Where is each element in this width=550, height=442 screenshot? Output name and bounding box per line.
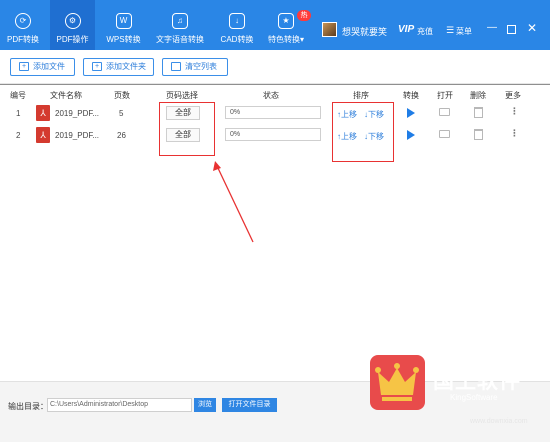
hot-badge: 热 <box>297 10 311 21</box>
vip-badge[interactable]: VIP <box>398 24 414 35</box>
menu-icon[interactable]: ☰ <box>446 25 454 36</box>
header-filename: 文件名称 <box>50 91 82 100</box>
nav-pdf-operations[interactable]: ⚙ PDF操作 <box>50 0 95 50</box>
row-index: 1 <box>16 109 21 118</box>
header-sort: 排序 <box>353 91 369 100</box>
header-more: 更多 <box>505 91 521 100</box>
status-progress: 0% <box>225 128 321 141</box>
nav-special-convert[interactable]: ★ 特色转换▾ <box>262 0 310 50</box>
trash-icon[interactable] <box>474 107 483 118</box>
trash-icon[interactable] <box>474 129 483 140</box>
add-folder-label: 添加文件夹 <box>106 62 146 71</box>
nav-label: PDF操作 <box>56 35 89 44</box>
toolbar: + 添加文件 + 添加文件夹 清空列表 <box>0 50 550 84</box>
header-open: 打开 <box>437 91 453 100</box>
menu-label[interactable]: 菜单 <box>456 26 472 37</box>
nav-label: 文字语音转换 <box>156 35 204 44</box>
output-label: 输出目录： <box>8 402 48 411</box>
nav-label: CAD转换 <box>220 35 254 44</box>
more-icon[interactable]: ⋮ <box>510 128 519 139</box>
header-status: 状态 <box>263 91 279 100</box>
watermark-subtitle: KingSoftware <box>450 393 498 402</box>
avatar[interactable] <box>322 22 337 37</box>
crown-icon <box>375 363 419 401</box>
recharge-link[interactable]: 充值 <box>417 26 433 37</box>
row-filename: 2019_PDF... <box>55 131 100 140</box>
audio-icon: ♫ <box>172 13 188 29</box>
row-pages: 26 <box>117 131 126 140</box>
trash-icon <box>171 62 181 71</box>
nav-pdf-convert[interactable]: ⟳ PDF转换 <box>0 0 46 50</box>
nav-label: 特色转换▾ <box>267 35 304 44</box>
watermark-title: 国王软件 <box>433 370 521 393</box>
wps-icon: W <box>115 13 132 29</box>
watermark-site: www.downxia.com <box>470 418 528 425</box>
pdf-file-icon: ⅄ <box>36 127 50 143</box>
top-bar: ⟳ PDF转换 ⚙ PDF操作 W WPS转换 ♫ 文字语音转换 ↓ CAD转换… <box>0 0 550 50</box>
nav-cad-convert[interactable]: ↓ CAD转换 <box>216 0 258 50</box>
nav-text-to-speech[interactable]: ♫ 文字语音转换 <box>152 0 208 50</box>
refresh-icon: ⟳ <box>15 13 31 29</box>
nav-label: WPS转换 <box>106 35 141 44</box>
settings-icon: ⚙ <box>64 13 81 29</box>
row-pages: 5 <box>119 109 124 118</box>
username[interactable]: 想哭就要笑 <box>342 25 387 38</box>
add-folder-button[interactable]: + 添加文件夹 <box>83 58 154 76</box>
play-icon[interactable] <box>407 108 415 118</box>
folder-icon[interactable] <box>439 108 450 116</box>
header-convert: 转换 <box>403 91 419 100</box>
table-row: 2 ⅄ 2019_PDF... 26 全部 0% ↑上移 ↓下移 ⋮ <box>0 125 550 147</box>
maximize-icon[interactable] <box>507 25 516 34</box>
cad-icon: ↓ <box>229 13 245 29</box>
nav-label: PDF转换 <box>7 35 39 44</box>
browse-button[interactable]: 浏览 <box>194 398 216 412</box>
play-icon[interactable] <box>407 130 415 140</box>
annotation-box-sort <box>332 102 394 162</box>
folder-icon[interactable] <box>439 130 450 138</box>
row-index: 2 <box>16 131 21 140</box>
file-table: 编号 文件名称 页数 页码选择 状态 排序 转换 打开 删除 更多 1 ⅄ 20… <box>0 85 550 381</box>
pdf-file-icon: ⅄ <box>36 105 50 121</box>
table-row: 1 ⅄ 2019_PDF... 5 全部 0% ↑上移 ↓下移 ⋮ <box>0 103 550 125</box>
output-path-input[interactable]: C:\Users\Administrator\Desktop <box>47 398 192 412</box>
nav-wps-convert[interactable]: W WPS转换 <box>101 0 146 50</box>
minimize-icon[interactable]: — <box>487 22 497 33</box>
star-icon: ★ <box>278 13 294 29</box>
clear-list-label: 清空列表 <box>185 62 217 71</box>
header-pages: 页数 <box>114 91 130 100</box>
close-icon[interactable]: ✕ <box>527 21 537 35</box>
add-file-label: 添加文件 <box>33 62 65 71</box>
header-delete: 删除 <box>470 91 486 100</box>
header-page-range: 页码选择 <box>166 91 198 100</box>
watermark-logo <box>370 355 425 410</box>
status-progress: 0% <box>225 106 321 119</box>
more-icon[interactable]: ⋮ <box>510 106 519 117</box>
clear-list-button[interactable]: 清空列表 <box>162 58 228 76</box>
row-filename: 2019_PDF... <box>55 109 100 118</box>
annotation-box-range <box>159 102 215 156</box>
add-file-button[interactable]: + 添加文件 <box>10 58 75 76</box>
header-index: 编号 <box>10 91 26 100</box>
open-directory-button[interactable]: 打开文件目录 <box>222 398 277 412</box>
add-folder-icon: + <box>92 62 102 71</box>
add-file-icon: + <box>19 62 29 71</box>
